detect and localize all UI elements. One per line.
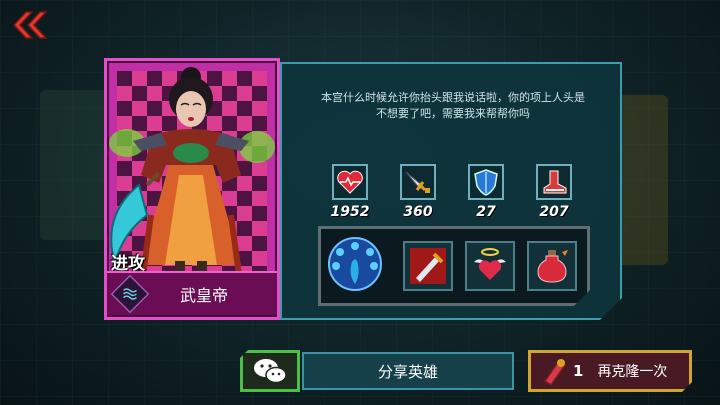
wave-class-icon	[123, 288, 137, 300]
stat-health-value: 1952	[330, 204, 370, 220]
stat-armor-value: 27	[476, 204, 496, 220]
speed-boot-icon	[536, 164, 572, 200]
stat-speed-value: 207	[539, 204, 569, 220]
double-chevron-left-icon	[12, 11, 48, 39]
class-badge	[110, 274, 150, 314]
reclone-label: 再克隆一次	[597, 364, 668, 380]
hero-card[interactable]: 进攻 武皇帝	[104, 58, 280, 320]
hero-name: 武皇帝	[179, 286, 228, 305]
reclone-again-button[interactable]: 1 再克隆一次	[528, 350, 692, 392]
background-card-right	[618, 95, 668, 265]
skill-slot-2[interactable]	[403, 241, 453, 291]
share-hero-label: 分享英雄	[302, 352, 514, 390]
hero-info-panel: 本宫什么时候允许你抬头跟我说话啦，你的项上人头是不想要了吧，需要我来帮帮你吗 1…	[280, 62, 622, 320]
stat-speed: 207	[526, 164, 582, 220]
share-icon-box	[240, 350, 300, 392]
attack-sword-icon	[400, 164, 436, 200]
hero-quote: 本宫什么时候允许你抬头跟我说话啦，你的项上人头是不想要了吧，需要我来帮帮你吗	[321, 91, 585, 120]
hero-name-bar: 武皇帝	[107, 271, 277, 315]
skill-slot-3[interactable]	[465, 241, 515, 291]
health-heart-icon	[332, 164, 368, 200]
stat-attack-value: 360	[403, 204, 433, 220]
back-button[interactable]	[10, 8, 50, 42]
potion-skill-icon	[532, 246, 572, 286]
clone-token-icon	[539, 355, 571, 387]
armor-shield-icon	[468, 164, 504, 200]
stat-attack: 360	[390, 164, 446, 220]
stat-health: 1952	[322, 164, 378, 220]
sword-strike-skill-icon	[408, 246, 448, 286]
skills-panel	[318, 226, 590, 306]
wechat-icon	[254, 359, 287, 384]
skill-slot-4[interactable]	[527, 241, 577, 291]
reclone-count: 1	[573, 362, 584, 380]
stat-armor: 27	[458, 164, 514, 220]
skill-slot-1[interactable]	[323, 233, 387, 297]
angel-heart-skill-icon	[470, 246, 510, 286]
peacock-skill-icon	[324, 234, 386, 296]
share-hero-button[interactable]: 分享英雄	[240, 350, 514, 392]
